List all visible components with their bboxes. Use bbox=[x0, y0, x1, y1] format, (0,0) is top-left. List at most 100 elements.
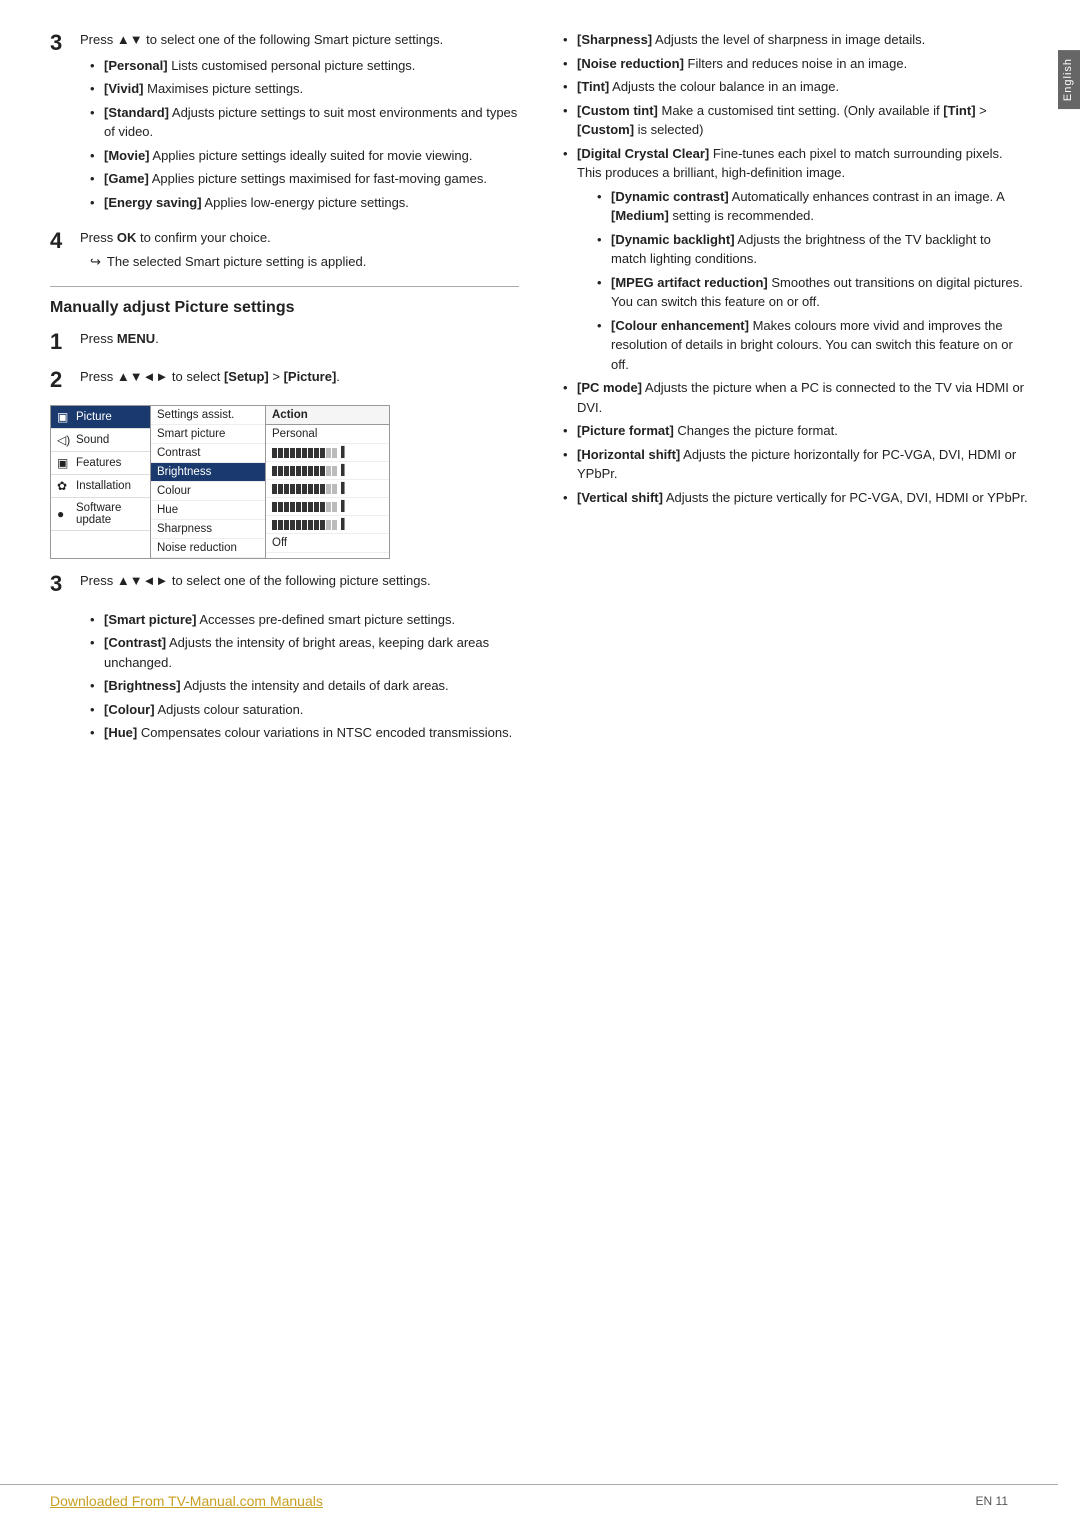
bar-seg bbox=[290, 502, 295, 512]
menu-item-software: ● Software update bbox=[51, 498, 150, 531]
step-3-intro: Press ▲▼ to select one of the following … bbox=[80, 30, 519, 50]
bar-end-marker: ▌ bbox=[341, 519, 348, 530]
footer: Downloaded From TV-Manual.com Manuals EN… bbox=[0, 1484, 1058, 1509]
bar-seg bbox=[308, 484, 313, 494]
menu-center-noise-reduction: Noise reduction bbox=[151, 539, 265, 558]
bar-seg bbox=[320, 466, 325, 476]
bar-seg bbox=[284, 448, 289, 458]
menu-right-bar-2: ▌ bbox=[266, 462, 389, 480]
sub-list-item: [MPEG artifact reduction] Smoothes out t… bbox=[597, 273, 1028, 312]
left-column: 3 Press ▲▼ to select one of the followin… bbox=[50, 30, 529, 1507]
bar-seg bbox=[332, 520, 337, 530]
bar-seg bbox=[326, 466, 331, 476]
bar-seg bbox=[332, 502, 337, 512]
list-item: [Picture format] Changes the picture for… bbox=[563, 421, 1028, 441]
menu-item-installation: ✿ Installation bbox=[51, 475, 150, 498]
step-number-3b: 3 bbox=[50, 571, 80, 597]
bar-seg bbox=[278, 448, 283, 458]
sub-list-item: [Dynamic backlight] Adjusts the brightne… bbox=[597, 230, 1028, 269]
bar-seg bbox=[320, 484, 325, 494]
bar-seg bbox=[326, 502, 331, 512]
bar-seg bbox=[302, 484, 307, 494]
step-1b-content: Press MENU. bbox=[80, 329, 519, 355]
bar-end-marker: ▌ bbox=[341, 465, 348, 476]
list-item: [Game] Applies picture settings maximise… bbox=[90, 169, 519, 189]
list-item: [Smart picture] Accesses pre-defined sma… bbox=[90, 610, 519, 630]
list-item: [Standard] Adjusts picture settings to s… bbox=[90, 103, 519, 142]
bar-seg bbox=[272, 502, 277, 512]
menu-center-smart-picture: Smart picture bbox=[151, 425, 265, 444]
bar-seg bbox=[272, 484, 277, 494]
step-4-intro: Press OK to confirm your choice. bbox=[80, 228, 519, 248]
list-item: [Energy saving] Applies low-energy pictu… bbox=[90, 193, 519, 213]
menu-center-contrast: Contrast bbox=[151, 444, 265, 463]
bar-seg bbox=[314, 502, 319, 512]
bar-seg bbox=[290, 484, 295, 494]
bar-seg bbox=[278, 466, 283, 476]
bar-seg bbox=[320, 448, 325, 458]
bar-seg bbox=[302, 448, 307, 458]
list-item: [Contrast] Adjusts the intensity of brig… bbox=[90, 633, 519, 672]
menu-diagram: ▣ Picture ◁) Sound ▣ Features ✿ Installa… bbox=[50, 405, 390, 559]
footer-page: EN 11 bbox=[976, 1494, 1008, 1508]
bar-end-marker: ▌ bbox=[341, 483, 348, 494]
menu-center-hue: Hue bbox=[151, 501, 265, 520]
step-4-content: Press OK to confirm your choice. ↪ The s… bbox=[80, 228, 519, 270]
bar-seg bbox=[308, 502, 313, 512]
step-3b-content: Press ▲▼◄► to select one of the followin… bbox=[80, 571, 519, 597]
step-3b-intro: Press ▲▼◄► to select one of the followin… bbox=[80, 571, 519, 591]
menu-right-bar-5: ▌ bbox=[266, 516, 389, 534]
sub-list-item: [Colour enhancement] Makes colours more … bbox=[597, 316, 1028, 375]
list-item: [Vertical shift] Adjusts the picture ver… bbox=[563, 488, 1028, 508]
bar-seg bbox=[332, 484, 337, 494]
menu-center-colour: Colour bbox=[151, 482, 265, 501]
list-item: [Hue] Compensates colour variations in N… bbox=[90, 723, 519, 743]
bar-seg bbox=[302, 502, 307, 512]
footer-link[interactable]: Downloaded From TV-Manual.com Manuals bbox=[50, 1493, 323, 1509]
menu-right-bar-1: ▌ bbox=[266, 444, 389, 462]
bar-seg bbox=[296, 484, 301, 494]
bar-seg bbox=[290, 520, 295, 530]
step-1b-text: Press MENU. bbox=[80, 329, 519, 349]
bar-seg bbox=[326, 520, 331, 530]
bar-seg bbox=[272, 466, 277, 476]
bar-track-4 bbox=[272, 502, 337, 512]
bar-seg bbox=[308, 520, 313, 530]
bar-seg bbox=[278, 502, 283, 512]
step-3-content: Press ▲▼ to select one of the following … bbox=[80, 30, 519, 216]
step-1b: 1 Press MENU. bbox=[50, 329, 519, 355]
bar-seg bbox=[284, 466, 289, 476]
step-3b: 3 Press ▲▼◄► to select one of the follow… bbox=[50, 571, 519, 597]
section-heading: Manually adjust Picture settings bbox=[50, 299, 519, 317]
bar-seg bbox=[302, 466, 307, 476]
arrow-icon: ↪ bbox=[90, 254, 101, 270]
menu-item-features: ▣ Features bbox=[51, 452, 150, 475]
bar-end-marker: ▌ bbox=[341, 447, 348, 458]
bar-seg bbox=[314, 484, 319, 494]
menu-center-panel: Settings assist. Smart picture Contrast … bbox=[151, 406, 266, 558]
list-item: [Vivid] Maximises picture settings. bbox=[90, 79, 519, 99]
sub-list-item: [Dynamic contrast] Automatically enhance… bbox=[597, 187, 1028, 226]
menu-label-picture: Picture bbox=[76, 411, 112, 423]
bar-seg bbox=[278, 484, 283, 494]
bar-track-5 bbox=[272, 520, 337, 530]
bar-seg bbox=[284, 484, 289, 494]
bar-seg bbox=[272, 520, 277, 530]
step-4-result-text: The selected Smart picture setting is ap… bbox=[107, 254, 366, 269]
step-2b: 2 Press ▲▼◄► to select [Setup] > [Pictur… bbox=[50, 367, 519, 393]
menu-label-sound: Sound bbox=[76, 434, 109, 446]
step-3-list: [Personal] Lists customised personal pic… bbox=[80, 56, 519, 213]
bar-seg bbox=[314, 448, 319, 458]
bar-track-2 bbox=[272, 466, 337, 476]
list-item: [Personal] Lists customised personal pic… bbox=[90, 56, 519, 76]
bar-seg bbox=[302, 520, 307, 530]
menu-center-settings-assist: Settings assist. bbox=[151, 406, 265, 425]
bar-seg bbox=[326, 484, 331, 494]
bar-seg bbox=[314, 520, 319, 530]
list-item: [Horizontal shift] Adjusts the picture h… bbox=[563, 445, 1028, 484]
section-divider bbox=[50, 286, 519, 287]
list-item: [Brightness] Adjusts the intensity and d… bbox=[90, 676, 519, 696]
bar-seg bbox=[296, 520, 301, 530]
step-3: 3 Press ▲▼ to select one of the followin… bbox=[50, 30, 519, 216]
step-4-result: ↪ The selected Smart picture setting is … bbox=[80, 254, 519, 270]
